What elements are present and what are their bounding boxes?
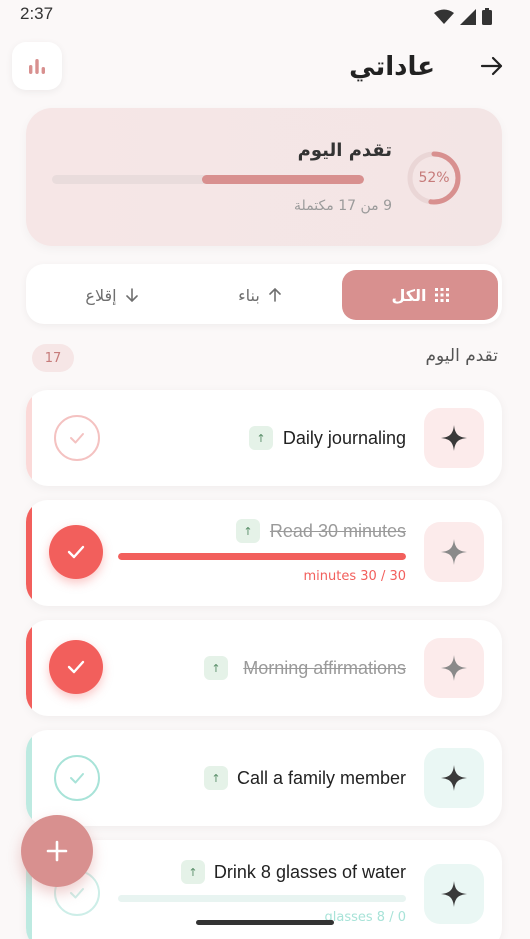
signal-icon bbox=[460, 8, 476, 25]
habit-title: Drink 8 glasses of water bbox=[213, 862, 406, 882]
filter-all-tab[interactable]: الكل bbox=[342, 270, 498, 320]
filter-quit-tab[interactable]: إقلاع bbox=[52, 270, 172, 320]
plus-icon bbox=[46, 840, 68, 862]
habit-icon-tile bbox=[424, 408, 484, 468]
habit-card-daily-journaling[interactable]: Daily journaling ↑ bbox=[26, 390, 502, 486]
habit-title: Daily journaling bbox=[282, 428, 406, 448]
habit-check-toggle[interactable] bbox=[54, 755, 100, 801]
habit-icon-tile bbox=[424, 748, 484, 808]
check-icon bbox=[67, 660, 85, 674]
filter-all-label: الكل bbox=[391, 285, 427, 305]
progress-title: تقدم اليوم bbox=[297, 140, 392, 161]
check-icon bbox=[70, 888, 84, 899]
wifi-icon bbox=[434, 9, 454, 24]
progress-summary: 9 من 17 مكتملة bbox=[294, 198, 392, 214]
sparkle-icon bbox=[441, 881, 467, 907]
habit-progress-text: minutes 30 / 30 bbox=[303, 569, 406, 584]
check-icon bbox=[67, 545, 85, 559]
habit-card-call-family-member[interactable]: Call a family member ↑ bbox=[26, 730, 502, 826]
arrow-right-icon bbox=[480, 56, 503, 76]
habit-progress-text: glasses 8 / 0 bbox=[324, 910, 406, 925]
check-icon bbox=[70, 773, 84, 784]
habit-check-toggle[interactable] bbox=[49, 525, 103, 579]
filter-build-tab[interactable]: بناء bbox=[200, 270, 320, 320]
habit-card-read-30-minutes[interactable]: Read 30 minutes ↑ minutes 30 / 30 bbox=[26, 500, 502, 606]
habit-check-toggle[interactable] bbox=[49, 640, 103, 694]
habit-title: Morning affirmations bbox=[243, 658, 406, 678]
habit-type-tag: ↑ bbox=[181, 860, 205, 884]
habit-count-badge: 17 bbox=[32, 344, 74, 372]
battery-icon bbox=[482, 8, 492, 25]
grid-icon bbox=[434, 288, 449, 302]
back-button[interactable] bbox=[478, 52, 506, 80]
habit-progress-bar bbox=[118, 895, 406, 902]
stats-button[interactable] bbox=[12, 42, 62, 90]
habit-progress-bar bbox=[118, 553, 406, 560]
habit-icon-tile bbox=[424, 522, 484, 582]
sparkle-icon bbox=[441, 655, 467, 681]
habit-accent-bar bbox=[26, 620, 32, 716]
habit-type-tag: ↑ bbox=[204, 656, 228, 680]
habit-progress-fill bbox=[118, 553, 406, 560]
progress-bar bbox=[52, 175, 364, 184]
home-indicator[interactable] bbox=[196, 920, 334, 925]
habit-icon-tile bbox=[424, 638, 484, 698]
sparkle-icon bbox=[441, 539, 467, 565]
habit-icon-tile bbox=[424, 864, 484, 924]
habit-accent-bar bbox=[26, 390, 32, 486]
habit-card-morning-affirmations[interactable]: Morning affirmations ↑ bbox=[26, 620, 502, 716]
habit-check-toggle[interactable] bbox=[54, 415, 100, 461]
habit-title: Read 30 minutes bbox=[269, 521, 406, 541]
arrow-down-icon bbox=[125, 288, 138, 302]
habit-type-tag: ↑ bbox=[236, 519, 260, 543]
habit-type-tag: ↑ bbox=[204, 766, 228, 790]
sparkle-icon bbox=[441, 765, 467, 791]
habit-type-tag: ↑ bbox=[249, 426, 273, 450]
habit-accent-bar bbox=[26, 730, 32, 826]
filter-build-label: بناء bbox=[238, 285, 260, 305]
bar-chart-icon bbox=[29, 59, 45, 74]
status-icons bbox=[434, 8, 492, 25]
page-title: عاداتي bbox=[349, 52, 435, 82]
arrow-up-icon bbox=[269, 288, 281, 302]
sparkle-icon bbox=[441, 425, 467, 451]
progress-bar-fill bbox=[201, 175, 364, 184]
check-icon bbox=[70, 433, 84, 444]
status-time: 2:37 bbox=[20, 4, 54, 23]
add-habit-button[interactable] bbox=[21, 815, 93, 887]
section-title: تقدم اليوم bbox=[425, 346, 498, 366]
habit-title: Call a family member bbox=[236, 768, 406, 788]
progress-percent: 52% bbox=[418, 170, 450, 186]
habit-accent-bar bbox=[26, 500, 32, 606]
filter-quit-label: إقلاع bbox=[85, 285, 117, 305]
